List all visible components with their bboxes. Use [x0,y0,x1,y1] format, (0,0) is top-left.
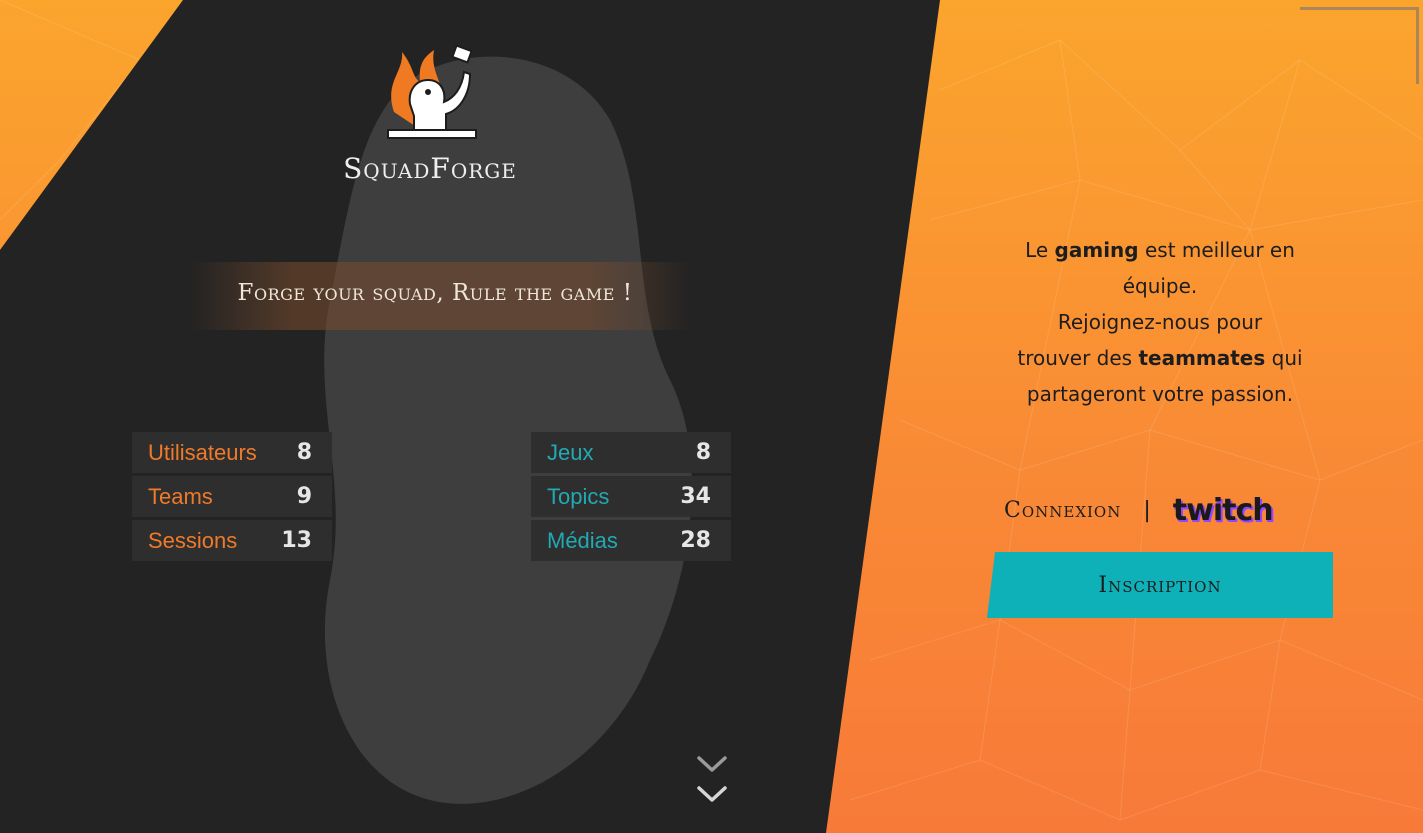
stat-value: 9 [296,484,312,509]
corner-frame [1300,7,1419,84]
stat-value: 8 [296,440,312,465]
stat-label: Teams [148,483,213,509]
tagline: Forge your squad, Rule the game ! [237,280,633,306]
intro-line: équipe. [1122,274,1198,298]
stat-value: 13 [281,528,312,553]
stat-row-teams: Teams 9 [132,476,332,517]
intro-line: trouver des teammates qui [1000,340,1320,376]
intro-line: partageront votre passion. [1026,382,1294,406]
login-link[interactable]: Connexion [1004,498,1121,523]
twitch-login-icon[interactable]: twitch [1173,493,1274,528]
stat-label: Topics [547,483,610,509]
separator: | [1143,497,1151,523]
stat-label: Médias [547,527,618,553]
stat-label: Utilisateurs [148,439,257,465]
stats-left: Utilisateurs 8 Teams 9 Sessions 13 [132,432,332,564]
double-chevron-down-icon[interactable] [694,752,730,808]
stat-row-topics: Topics 34 [531,476,731,517]
login-row: Connexion | twitch [1004,490,1274,530]
stat-value: 28 [680,528,711,553]
blacksmith-hammer-logo-icon [387,44,477,139]
intro-text: Le gaming est meilleur en équipe. Rejoig… [1000,232,1320,412]
stat-row-sessions: Sessions 13 [132,520,332,561]
stats-right: Jeux 8 Topics 34 Médias 28 [531,432,731,564]
stat-value: 8 [695,440,711,465]
stat-row-media: Médias 28 [531,520,731,561]
stat-label: Sessions [148,527,238,553]
stat-row-users: Utilisateurs 8 [132,432,332,473]
brand-name: SquadForge [343,152,517,185]
intro-highlight: teammates [1138,346,1266,370]
stat-value: 34 [680,484,711,509]
intro-text-part: qui [1265,346,1303,370]
stat-label: Jeux [547,439,594,465]
intro-text-part: trouver des [1017,346,1139,370]
stat-row-games: Jeux 8 [531,432,731,473]
intro-line: Rejoignez-nous pour [1057,310,1263,334]
intro-line: Le gaming est meilleur en [1000,232,1320,268]
intro-text-part: est meilleur en [1138,238,1295,262]
signup-button[interactable]: Inscription [987,552,1333,618]
intro-text-part: Le [1025,238,1055,262]
intro-highlight: gaming [1054,238,1139,262]
